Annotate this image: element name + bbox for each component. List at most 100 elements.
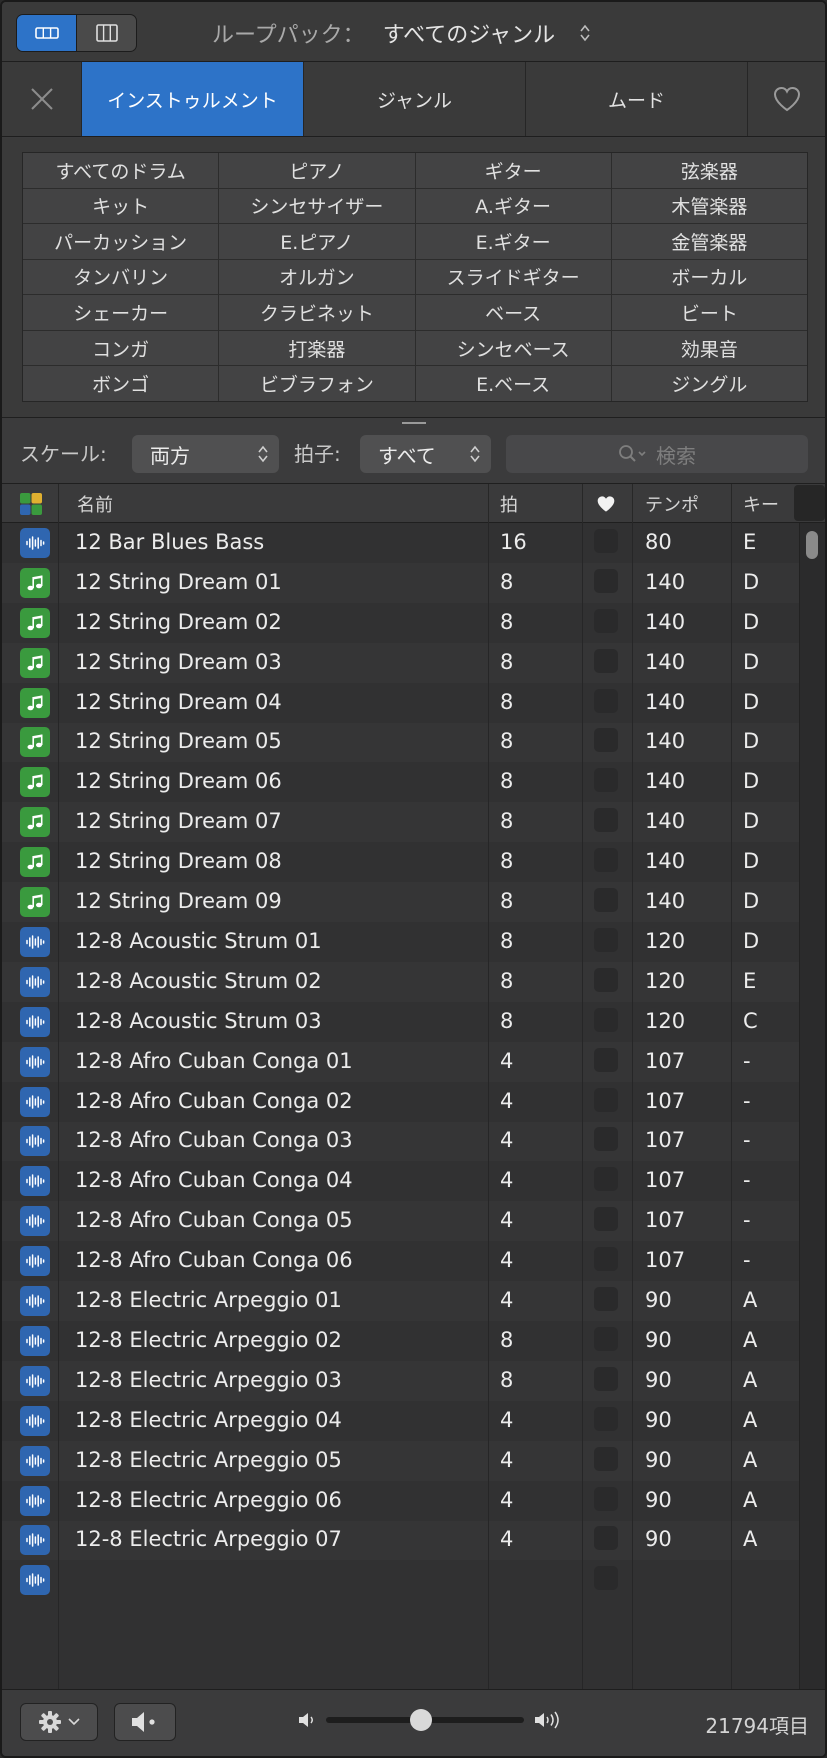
keyword-button[interactable]: 弦楽器 [611, 153, 807, 188]
table-row[interactable]: 12 String Dream 05 8 140 D [2, 722, 799, 763]
keyword-button[interactable]: 木管楽器 [611, 188, 807, 224]
name-column-header[interactable]: 名前 [77, 484, 113, 524]
favorite-checkbox[interactable] [594, 1526, 618, 1551]
table-row[interactable]: 12-8 Afro Cuban Conga 06 4 107 - [2, 1241, 799, 1281]
favorite-checkbox[interactable] [594, 1247, 618, 1272]
tempo-column-header[interactable]: テンポ [645, 484, 699, 524]
table-row[interactable]: 12-8 Afro Cuban Conga 04 4 107 - [2, 1161, 799, 1201]
keyword-button[interactable]: E.ピアノ [219, 224, 415, 259]
favorite-checkbox[interactable] [594, 1047, 618, 1072]
table-row[interactable]: 12-8 Electric Arpeggio 05 4 90 A [2, 1440, 799, 1481]
keyword-button[interactable]: 効果音 [611, 330, 807, 366]
table-row[interactable]: 12 String Dream 04 8 140 D [2, 683, 799, 723]
keyword-button[interactable]: 金管楽器 [611, 224, 807, 259]
table-row[interactable]: 12-8 Acoustic Strum 02 8 120 E [2, 961, 799, 1002]
table-row[interactable]: 12 String Dream 03 8 140 D [2, 642, 799, 683]
keyword-button[interactable]: オルガン [219, 259, 415, 295]
beats-column-header[interactable]: 拍 [500, 484, 518, 524]
table-row[interactable]: 12-8 Afro Cuban Conga 03 4 107 - [2, 1121, 799, 1162]
scrollbar-thumb[interactable] [806, 531, 818, 559]
resize-handle[interactable] [402, 422, 426, 424]
favorite-checkbox[interactable] [594, 1167, 618, 1192]
vertical-scrollbar[interactable] [799, 523, 825, 1689]
beat-popup[interactable]: すべて [360, 435, 491, 473]
favorite-checkbox[interactable] [594, 1406, 618, 1431]
favorite-checkbox[interactable] [594, 927, 618, 952]
keyword-button[interactable]: ボーカル [611, 259, 807, 295]
favorite-checkbox[interactable] [594, 1486, 618, 1511]
favorite-checkbox[interactable] [594, 648, 618, 673]
favorite-checkbox[interactable] [594, 1127, 618, 1152]
action-menu-button[interactable] [20, 1703, 98, 1741]
loop-pack-selector[interactable]: ループパック： すべてのジャンル [212, 16, 591, 50]
column-view-button[interactable] [76, 15, 136, 51]
table-row[interactable]: 12-8 Afro Cuban Conga 02 4 107 - [2, 1082, 799, 1122]
keyword-button[interactable]: A.ギター [415, 188, 611, 224]
table-row[interactable]: 12-8 Electric Arpeggio 07 4 90 A [2, 1520, 799, 1561]
table-row[interactable]: 12-8 Acoustic Strum 03 8 120 C [2, 1002, 799, 1042]
table-row[interactable]: 12 String Dream 06 8 140 D [2, 762, 799, 802]
favorite-checkbox[interactable] [594, 528, 618, 553]
keyword-button[interactable]: 打楽器 [219, 330, 415, 366]
keyword-button[interactable]: パーカッション [23, 224, 219, 259]
favorite-checkbox[interactable] [594, 967, 618, 992]
key-column-header[interactable]: キー [743, 484, 779, 524]
keyword-button[interactable]: E.ベース [415, 366, 611, 401]
favorite-checkbox[interactable] [594, 848, 618, 873]
table-row[interactable]: 12 String Dream 02 8 140 D [2, 603, 799, 643]
tab-genre[interactable]: ジャンル [304, 62, 526, 136]
keyword-button[interactable]: シンセベース [415, 330, 611, 366]
favorite-checkbox[interactable] [594, 1007, 618, 1032]
keyword-button[interactable]: ピアノ [219, 153, 415, 188]
table-row[interactable]: 12 String Dream 08 8 140 D [2, 842, 799, 882]
favorite-checkbox[interactable] [594, 768, 618, 793]
table-row[interactable]: 12-8 Electric Arpeggio 06 4 90 A [2, 1481, 799, 1521]
keyword-button[interactable]: ビブラフォン [219, 366, 415, 401]
keyword-button[interactable]: キット [23, 188, 219, 224]
favorite-checkbox[interactable] [594, 1446, 618, 1471]
keyword-button[interactable]: ギター [415, 153, 611, 188]
reset-button[interactable] [2, 62, 82, 136]
favorite-column-header[interactable] [596, 484, 616, 524]
table-row[interactable] [2, 1560, 799, 1600]
table-row[interactable]: 12 String Dream 07 8 140 D [2, 802, 799, 843]
keyword-button[interactable]: スライドギター [415, 259, 611, 295]
keyword-button[interactable]: シェーカー [23, 295, 219, 330]
favorite-checkbox[interactable] [594, 608, 618, 633]
table-row[interactable]: 12 Bar Blues Bass 16 80 E [2, 523, 799, 563]
favorite-checkbox[interactable] [594, 888, 618, 913]
scale-popup[interactable]: 両方 [132, 435, 279, 473]
keyword-button[interactable]: すべてのドラム [23, 153, 219, 188]
search-field[interactable]: 検索 [506, 435, 808, 473]
preview-speaker-button[interactable] [114, 1703, 176, 1741]
keyword-button[interactable]: E.ギター [415, 224, 611, 259]
keyword-button[interactable]: クラビネット [219, 295, 415, 330]
favorite-checkbox[interactable] [594, 1087, 618, 1112]
table-row[interactable]: 12 String Dream 01 8 140 D [2, 562, 799, 603]
keyword-button[interactable]: コンガ [23, 330, 219, 366]
button-view-button[interactable] [17, 15, 76, 51]
tab-favorites[interactable] [748, 62, 825, 136]
tab-mood[interactable]: ムード [526, 62, 748, 136]
favorite-checkbox[interactable] [594, 808, 618, 833]
keyword-button[interactable]: ジングル [611, 366, 807, 401]
keyword-button[interactable]: シンセサイザー [219, 188, 415, 224]
keyword-button[interactable]: ボンゴ [23, 366, 219, 401]
favorite-checkbox[interactable] [594, 728, 618, 753]
favorite-checkbox[interactable] [594, 1566, 618, 1591]
favorite-checkbox[interactable] [594, 1366, 618, 1391]
table-row[interactable]: 12-8 Electric Arpeggio 02 8 90 A [2, 1321, 799, 1361]
table-row[interactable]: 12-8 Electric Arpeggio 01 4 90 A [2, 1281, 799, 1321]
keyword-button[interactable]: タンバリン [23, 259, 219, 295]
volume-slider[interactable] [326, 1709, 524, 1731]
favorite-checkbox[interactable] [594, 568, 618, 593]
favorite-checkbox[interactable] [594, 1207, 618, 1232]
tab-instrument[interactable]: インストゥルメント [82, 62, 304, 136]
keyword-button[interactable]: ベース [415, 295, 611, 330]
loop-type-column-header[interactable] [20, 484, 42, 524]
keyword-button[interactable]: ビート [611, 295, 807, 330]
table-row[interactable]: 12-8 Acoustic Strum 01 8 120 D [2, 922, 799, 962]
volume-slider-knob[interactable] [410, 1709, 433, 1731]
favorite-checkbox[interactable] [594, 1326, 618, 1351]
table-row[interactable]: 12-8 Afro Cuban Conga 01 4 107 - [2, 1041, 799, 1082]
